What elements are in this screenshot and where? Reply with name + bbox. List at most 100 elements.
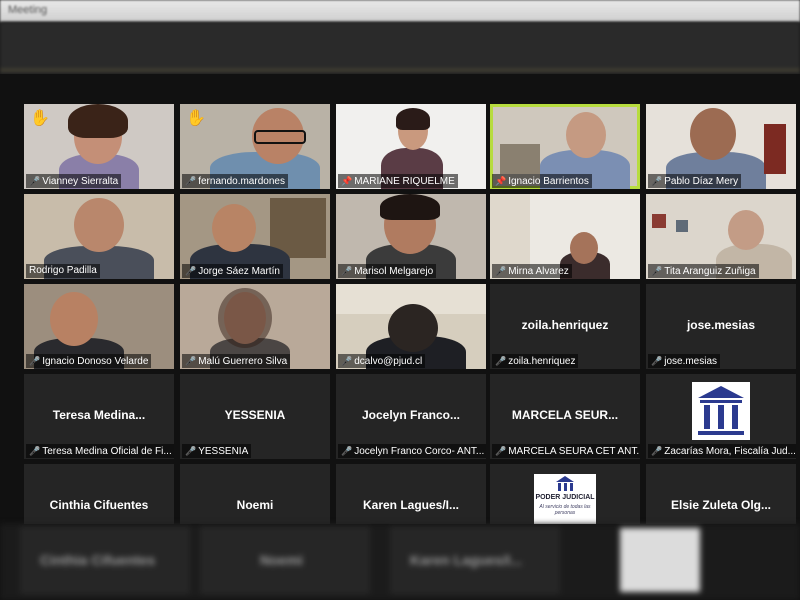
mic-muted-icon: 🎤 <box>29 446 41 456</box>
participant-label: 🎤 dcalvo@pjud.cl <box>338 354 426 368</box>
participant-tile[interactable]: Rodrigo Padilla <box>24 194 174 279</box>
participant-name: zoila.henriquez <box>508 356 576 367</box>
participant-label: 🎤 fernando.mardones <box>182 174 288 188</box>
participant-tile[interactable]: YESSENIA 🎤 YESSENIA <box>180 374 330 459</box>
participant-tile[interactable]: Cinthia Cifuentes <box>24 464 174 524</box>
participant-name: Teresa Medina Oficial de Fi... <box>42 446 172 457</box>
participant-label: 🎤 Pablo Díaz Mery <box>648 174 742 188</box>
courthouse-logo <box>692 382 750 440</box>
participant-label: 🎤 Jorge Sáez Martín <box>182 264 283 278</box>
mic-muted-icon: 🎤 <box>29 176 41 186</box>
participant-name: Jorge Sáez Martín <box>198 266 280 277</box>
participant-name: jose.mesias <box>664 356 718 367</box>
logo-subtext: Al servicio de todas las personas <box>539 504 591 516</box>
participant-label: 🎤 zoila.henriquez <box>492 354 579 368</box>
participant-name: MARCELA SEURA CET ANT... <box>508 446 640 457</box>
participant-tile-active-speaker[interactable]: 📌 Ignacio Barrientos <box>490 104 640 189</box>
participant-name: Tita Aranguiz Zuñiga <box>664 266 756 277</box>
participant-tile[interactable]: jose.mesias 🎤 jose.mesias <box>646 284 796 369</box>
mic-muted-icon: 🎤 <box>495 446 507 456</box>
browser-tab-strip: Meeting <box>0 0 800 22</box>
blurred-logo <box>620 528 700 592</box>
participant-display-name: Cinthia Cifuentes <box>49 498 149 512</box>
courthouse-icon <box>556 476 574 491</box>
participant-display-name: MARCELA SEUR... <box>511 408 619 422</box>
mic-muted-icon: 🎤 <box>341 446 353 456</box>
mic-muted-icon: 🎤 <box>651 176 663 186</box>
participant-name: MARIANE RIQUELME <box>354 176 455 187</box>
participant-tile[interactable]: ✋ 🎤 Vianney Sierralta <box>24 104 174 189</box>
participant-tile[interactable]: 🎤 Malú Guerrero Silva <box>180 284 330 369</box>
window-title: Meeting <box>8 4 48 16</box>
participant-tile[interactable]: PODER JUDICIAL Al servicio de todas las … <box>490 464 640 524</box>
blurred-name: Noemi <box>260 552 303 568</box>
mic-muted-icon: 🎤 <box>495 266 507 276</box>
pin-icon: 📌 <box>495 176 507 186</box>
participant-tile[interactable]: Karen Lagues/I... <box>336 464 486 524</box>
participant-label: 🎤 Vianney Sierralta <box>26 174 122 188</box>
participant-tile[interactable]: 🎤 Tita Aranguiz Zuñiga <box>646 194 796 279</box>
participant-label: 🎤 Teresa Medina Oficial de Fi... <box>26 444 174 458</box>
mic-muted-icon: 🎤 <box>495 356 507 366</box>
raised-hand-icon: ✋ <box>186 110 206 127</box>
participant-tile[interactable]: MARCELA SEUR... 🎤 MARCELA SEURA CET ANT..… <box>490 374 640 459</box>
mic-muted-icon: 🎤 <box>341 356 353 366</box>
participant-name: Zacarías Mora, Fiscalía Jud... <box>664 446 796 457</box>
mic-muted-icon: 🎤 <box>185 356 197 366</box>
participant-tile[interactable]: 🎤 Mirna Alvarez <box>490 194 640 279</box>
participant-name: YESSENIA <box>198 446 249 457</box>
participant-display-name: jose.mesias <box>686 318 756 332</box>
participant-display-name: Teresa Medina... <box>52 408 146 422</box>
participant-name: dcalvo@pjud.cl <box>354 356 423 367</box>
mic-muted-icon: 🎤 <box>651 446 663 456</box>
participant-label: 🎤 Mirna Alvarez <box>492 264 572 278</box>
participant-name: Marisol Melgarejo <box>354 266 434 277</box>
participant-name: Vianney Sierralta <box>42 176 119 187</box>
participant-name: Rodrigo Padilla <box>29 265 97 276</box>
participant-label: Rodrigo Padilla <box>26 264 100 278</box>
participant-label: 🎤 Malú Guerrero Silva <box>182 354 291 368</box>
participant-tile[interactable]: Teresa Medina... 🎤 Teresa Medina Oficial … <box>24 374 174 459</box>
blurred-bottom-row: Cinthia Cifuentes Noemi Karen Lagues/I..… <box>0 524 800 600</box>
participant-tile[interactable]: 🎤 Pablo Díaz Mery <box>646 104 796 189</box>
meeting-header <box>0 22 800 74</box>
raised-hand-icon: ✋ <box>30 110 50 127</box>
participant-name: Mirna Alvarez <box>508 266 569 277</box>
mic-muted-icon: 🎤 <box>341 266 353 276</box>
participant-name: Ignacio Barrientos <box>508 176 589 187</box>
participant-tile[interactable]: zoila.henriquez 🎤 zoila.henriquez <box>490 284 640 369</box>
pin-icon: 📌 <box>341 176 353 186</box>
participant-label: 🎤 MARCELA SEURA CET ANT... <box>492 444 640 458</box>
participant-label: 🎤 Zacarías Mora, Fiscalía Jud... <box>648 444 796 458</box>
participant-label: 🎤 Jocelyn Franco Corco- ANT... <box>338 444 486 458</box>
participant-label: 🎤 YESSENIA <box>182 444 252 458</box>
courthouse-icon <box>698 386 744 435</box>
participant-tile[interactable]: 📌 MARIANE RIQUELME <box>336 104 486 189</box>
mic-muted-icon: 🎤 <box>29 356 41 366</box>
header-divider <box>0 68 800 72</box>
participant-tile[interactable]: 🎤 Zacarías Mora, Fiscalía Jud... <box>646 374 796 459</box>
participant-tile[interactable]: Elsie Zuleta Olg... <box>646 464 796 524</box>
mic-muted-icon: 🎤 <box>185 176 197 186</box>
participant-tile[interactable]: ✋ 🎤 fernando.mardones <box>180 104 330 189</box>
poder-judicial-logo: PODER JUDICIAL Al servicio de todas las … <box>534 474 596 524</box>
participant-label: 📌 Ignacio Barrientos <box>492 174 592 188</box>
participant-display-name: YESSENIA <box>224 408 286 422</box>
participant-name: Pablo Díaz Mery <box>664 176 739 187</box>
participant-name: fernando.mardones <box>198 176 285 187</box>
participant-tile[interactable]: 🎤 dcalvo@pjud.cl <box>336 284 486 369</box>
participant-tile[interactable]: 🎤 Jorge Sáez Martín <box>180 194 330 279</box>
mic-muted-icon: 🎤 <box>651 266 663 276</box>
participant-label: 🎤 Marisol Melgarejo <box>338 264 437 278</box>
participant-tile[interactable]: Noemi <box>180 464 330 524</box>
participant-label: 🎤 Ignacio Donoso Velarde <box>26 354 152 368</box>
participant-tile[interactable]: 🎤 Marisol Melgarejo <box>336 194 486 279</box>
participant-grid: ✋ 🎤 Vianney Sierralta ✋ 🎤 fernando.mardone… <box>24 104 800 524</box>
participant-display-name: Noemi <box>236 498 274 512</box>
mic-muted-icon: 🎤 <box>185 266 197 276</box>
participant-tile[interactable]: 🎤 Ignacio Donoso Velarde <box>24 284 174 369</box>
mic-muted-icon: 🎤 <box>651 356 663 366</box>
participant-tile[interactable]: Jocelyn Franco... 🎤 Jocelyn Franco Corco-… <box>336 374 486 459</box>
participant-label: 📌 MARIANE RIQUELME <box>338 174 458 188</box>
participant-label: 🎤 jose.mesias <box>648 354 721 368</box>
